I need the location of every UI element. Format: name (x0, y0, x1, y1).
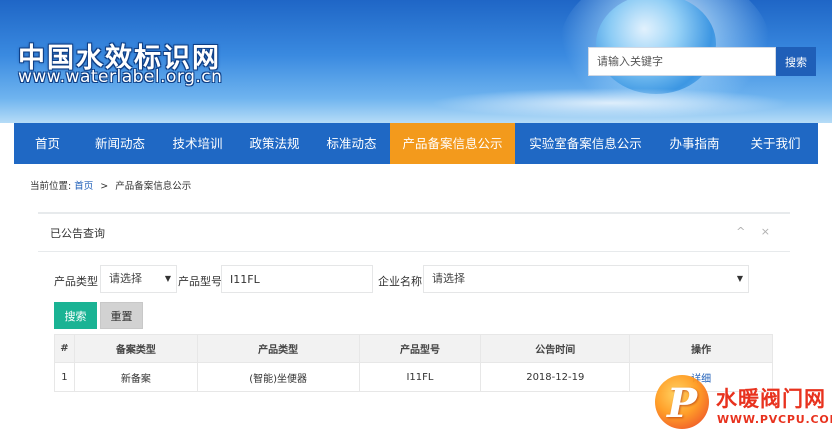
chevron-down-icon: ▼ (736, 274, 743, 283)
main-nav: 首页 新闻动态 技术培训 政策法规 标准动态 产品备案信息公示 实验室备案信息公… (14, 123, 818, 164)
col-header-action: 操作 (629, 334, 773, 363)
breadcrumb-prefix: 当前位置: (30, 181, 72, 192)
col-header-index: # (54, 334, 75, 363)
site-logo-url[interactable]: www.waterlabel.org.cn (18, 67, 222, 87)
header-banner: 中国水效标识网 www.waterlabel.org.cn 搜索 (0, 0, 832, 123)
col-header-date: 公告时间 (480, 334, 631, 363)
company-name-select[interactable]: 请选择 ▼ (423, 265, 749, 293)
nav-item-home[interactable]: 首页 (14, 123, 81, 164)
nav-item-standards[interactable]: 标准动态 (313, 123, 390, 164)
nav-item-product-filing[interactable]: 产品备案信息公示 (390, 123, 515, 164)
table-header-row: # 备案类型 产品类型 产品型号 公告时间 操作 (54, 334, 773, 363)
col-header-product-type: 产品类型 (196, 334, 360, 363)
cell-date: 2018-12-19 (480, 362, 631, 392)
nav-item-about[interactable]: 关于我们 (733, 123, 818, 164)
panel-collapse-close-icons[interactable]: ^ × (736, 225, 776, 238)
nav-item-policy[interactable]: 政策法规 (236, 123, 313, 164)
product-type-select[interactable]: 请选择 ▼ (100, 265, 177, 293)
breadcrumb-current: 产品备案信息公示 (115, 181, 192, 192)
panel-title: 已公告查询 (50, 227, 105, 240)
panel-header: 已公告查询 ^ × (38, 214, 790, 252)
search-button[interactable]: 搜索 (776, 47, 816, 76)
cell-product-model: I11FL (358, 362, 482, 392)
nav-item-news[interactable]: 新闻动态 (81, 123, 159, 164)
company-name-value: 请选择 (432, 272, 465, 285)
nav-item-guide[interactable]: 办事指南 (656, 123, 733, 164)
filter-reset-button[interactable]: 重置 (100, 302, 143, 329)
nav-item-lab-filing[interactable]: 实验室备案信息公示 (515, 123, 656, 164)
watermark-url: WWW.PVCPU.COM (717, 413, 832, 426)
breadcrumb: 当前位置: 首页 > 产品备案信息公示 (30, 178, 191, 192)
col-header-product-model: 产品型号 (358, 334, 482, 363)
product-model-input[interactable] (221, 265, 373, 293)
breadcrumb-home-link[interactable]: 首页 (74, 181, 93, 192)
nav-item-training[interactable]: 技术培训 (159, 123, 236, 164)
col-header-filing-type: 备案类型 (73, 334, 198, 363)
breadcrumb-separator: > (100, 181, 109, 192)
chevron-down-icon: ▼ (164, 274, 171, 283)
water-splash-graphic (430, 88, 790, 118)
filter-search-button[interactable]: 搜索 (54, 302, 97, 329)
watermark-name: 水暖阀门网 (716, 387, 826, 411)
product-type-label: 产品类型 (54, 275, 98, 288)
search-input[interactable] (588, 47, 776, 76)
watermark-logo-letter: P (667, 380, 698, 427)
cell-product-type: (智能)坐便器 (196, 362, 360, 392)
product-model-label: 产品型号 (178, 275, 222, 288)
product-type-value: 请选择 (109, 272, 142, 285)
cell-filing-type: 新备案 (73, 362, 198, 392)
cell-index: 1 (54, 362, 75, 392)
company-name-label: 企业名称 (378, 275, 422, 288)
